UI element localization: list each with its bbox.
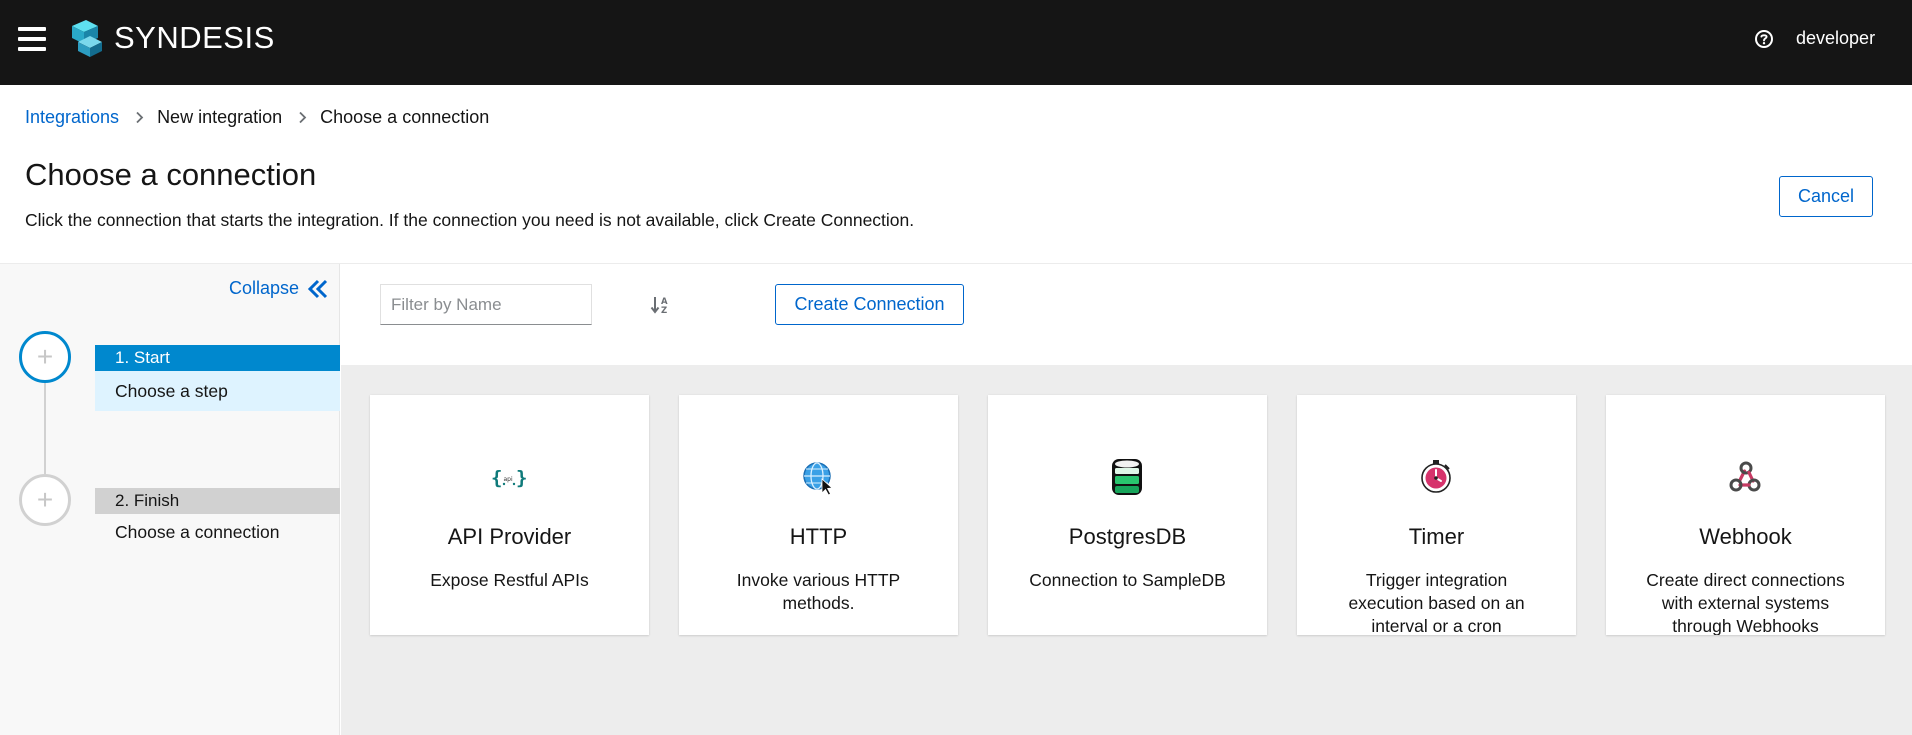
connection-card-webhook[interactable]: Webhook Create direct connections with e…: [1606, 395, 1885, 635]
breadcrumb-current: Choose a connection: [320, 107, 490, 127]
webhook-icon: [1729, 461, 1761, 492]
step-connector-line: [44, 383, 46, 474]
chevron-right-icon: [298, 111, 307, 124]
breadcrumb-integrations[interactable]: Integrations: [25, 107, 119, 128]
http-globe-icon: [803, 462, 833, 496]
cancel-button[interactable]: Cancel: [1779, 176, 1873, 217]
card-description: Invoke various HTTP methods.: [736, 570, 901, 613]
svg-text:{: {: [491, 467, 502, 489]
collapse-button[interactable]: Collapse: [229, 278, 329, 299]
card-title: PostgresDB: [1068, 524, 1187, 549]
sort-alpha-icon[interactable]: A Z: [650, 294, 672, 316]
page-title: Choose a connection: [25, 157, 317, 192]
step-finish-subtitle: Choose a connection: [115, 522, 280, 542]
connections-list: { } api API Provider Expose Restful APIs…: [341, 365, 1912, 735]
hamburger-icon[interactable]: [18, 27, 46, 51]
chevron-right-icon: [135, 111, 144, 124]
brand-name: SYNDESIS: [114, 20, 275, 55]
connection-card-postgresdb[interactable]: PostgresDB Connection to SampleDB: [988, 395, 1267, 635]
card-title: HTTP: [789, 524, 848, 549]
svg-text:Z: Z: [661, 306, 667, 316]
collapse-label: Collapse: [228, 278, 299, 298]
help-icon[interactable]: [1754, 29, 1774, 49]
connections-toolbar: A Z Create Connection: [341, 264, 1912, 365]
breadcrumb: Integrations New integration Choose a co…: [25, 107, 489, 128]
card-description: Create direct connections with external …: [1646, 570, 1845, 635]
svg-text:api: api: [504, 476, 513, 483]
filter-by-name-input[interactable]: [380, 284, 592, 325]
card-title: Timer: [1408, 524, 1465, 549]
timer-icon: [1421, 460, 1451, 493]
double-chevron-left-icon: [307, 279, 328, 298]
plus-icon: +: [36, 341, 54, 372]
user-menu[interactable]: developer: [1796, 28, 1875, 49]
syndesis-logo: [72, 20, 102, 57]
card-description: Connection to SampleDB: [1029, 570, 1226, 590]
svg-text:}: }: [516, 467, 527, 489]
page-description: Click the connection that starts the int…: [25, 210, 915, 230]
step-finish-title: 2. Finish: [95, 488, 340, 514]
card-title: API Provider: [447, 524, 572, 549]
plus-icon: +: [36, 484, 54, 515]
step-start-title: 1. Start: [95, 345, 340, 371]
step-finish-add-button[interactable]: +: [19, 474, 71, 526]
api-provider-icon: { } api: [491, 467, 527, 489]
connection-card-timer[interactable]: Timer Trigger integration execution base…: [1297, 395, 1576, 635]
masthead: SYNDESIS developer: [0, 0, 1912, 85]
step-start-subtitle: Choose a step: [95, 371, 340, 411]
connection-card-api-provider[interactable]: { } api API Provider Expose Restful APIs: [370, 395, 649, 635]
connection-card-http[interactable]: HTTP Invoke various HTTP methods.: [679, 395, 958, 635]
create-connection-button[interactable]: Create Connection: [775, 284, 964, 325]
breadcrumb-new-integration: New integration: [157, 107, 283, 127]
database-icon: [1112, 459, 1142, 495]
card-description: Trigger integration execution based on a…: [1348, 570, 1525, 635]
integration-steps-sidebar: Collapse + 1. Start Choose a step + 2. F…: [0, 264, 340, 735]
step-start-add-button[interactable]: +: [19, 331, 71, 383]
brand[interactable]: SYNDESIS: [68, 18, 275, 58]
card-title: Webhook: [1699, 524, 1792, 549]
card-description: Expose Restful APIs: [430, 570, 589, 590]
